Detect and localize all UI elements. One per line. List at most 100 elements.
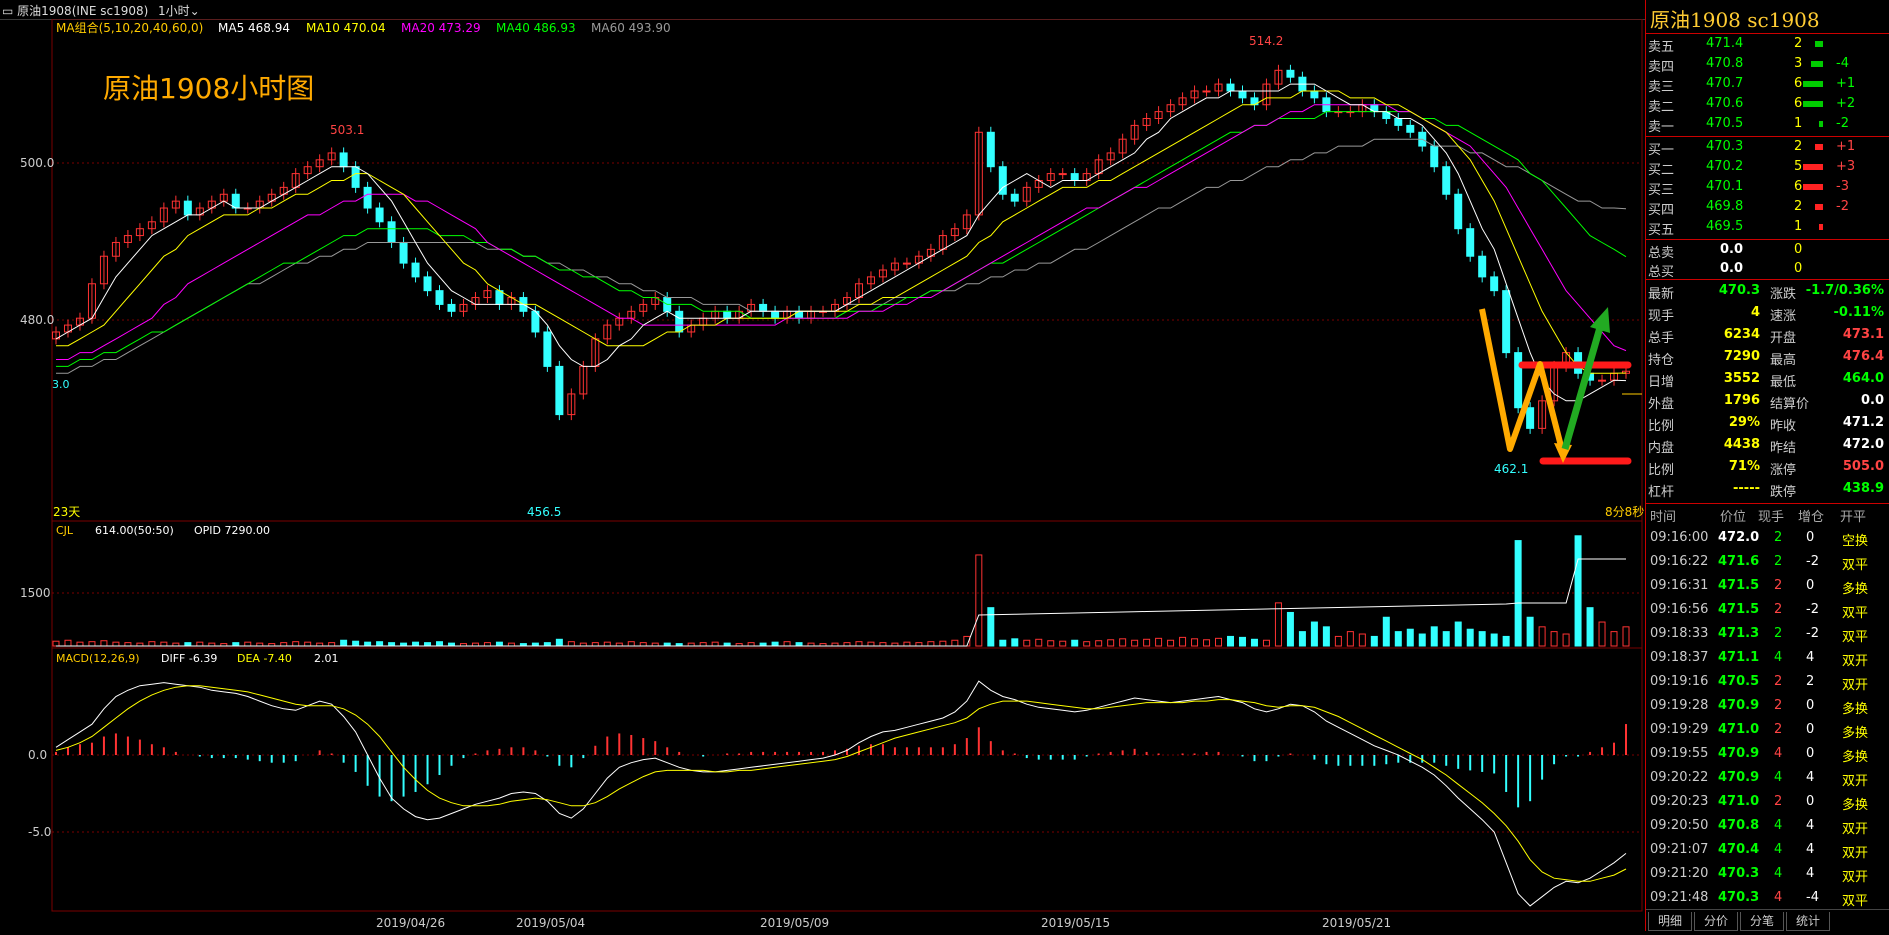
stat-value: 4438: [1723, 437, 1760, 452]
tab-price-distribution[interactable]: 分价: [1694, 912, 1738, 931]
stat-label: 昨结: [1770, 441, 1797, 456]
tick-time: 09:20:50: [1650, 818, 1709, 833]
tick-header-cell: 现手: [1758, 510, 1785, 525]
volume-bar: [112, 641, 120, 647]
days-label: 23天: [53, 505, 80, 519]
date-label: 2019/05/21: [1322, 916, 1391, 930]
bid-row: 买二 470.2 5 +3: [1646, 157, 1889, 178]
ask-price: 470.6: [1706, 96, 1744, 111]
macd-indicator-label[interactable]: MACD(12,26,9): [56, 652, 140, 665]
volume-bar: [1167, 639, 1175, 647]
stat-label: 总手: [1648, 331, 1675, 346]
volume-bar: [1143, 638, 1151, 647]
tick-header-cell: 价位: [1720, 510, 1747, 525]
volume-bar: [1358, 633, 1366, 647]
tick-row[interactable]: 09:18:37 471.1 4 4 双开: [1646, 647, 1889, 671]
stat-label: 速涨: [1770, 309, 1797, 324]
interval-selector[interactable]: 1小时⌄: [158, 2, 200, 19]
candle-body: [723, 310, 732, 319]
tab-tick-by-tick[interactable]: 分笔: [1740, 912, 1784, 931]
open-interest-line: [56, 558, 1626, 647]
volume-indicator-label[interactable]: CJL: [56, 524, 74, 537]
tick-type: 多换: [1842, 750, 1869, 765]
stat-value: 7290: [1723, 349, 1760, 364]
volume-bar: [1059, 640, 1067, 647]
tick-type: 双平: [1842, 630, 1869, 645]
candle-body: [1202, 90, 1211, 93]
macd-histogram: [55, 724, 1627, 808]
countdown: 8分8秒: [1605, 505, 1644, 519]
candle-body: [375, 207, 384, 223]
ask-row: 卖一 470.5 1 -2: [1646, 114, 1889, 135]
volume-bar: [1610, 631, 1618, 647]
stat-value: 0.0: [1860, 393, 1884, 408]
tick-qty: 2: [1774, 602, 1783, 617]
volume-bar: [1466, 628, 1474, 647]
volume-bar: [915, 642, 923, 647]
tab-label: 明细: [1657, 914, 1682, 928]
stat-label: 日增: [1648, 375, 1675, 390]
tick-row[interactable]: 09:16:31 471.5 2 0 多换: [1646, 575, 1889, 599]
tick-row[interactable]: 09:21:20 470.3 4 4 双开: [1646, 863, 1889, 887]
volume-bar: [1131, 639, 1139, 647]
candle-body: [447, 303, 456, 312]
stat-row: 总手 6234 开盘 473.1: [1646, 325, 1889, 346]
tick-row[interactable]: 09:20:50 470.8 4 4 双开: [1646, 815, 1889, 839]
volume-bar: [328, 642, 336, 647]
macd-y-tick-minus5: -5.0: [28, 825, 51, 839]
price-chart-svg[interactable]: MA组合(5,10,20,40,60,0) MA5 468.94 MA10 470…: [0, 18, 1645, 931]
tick-row[interactable]: 09:19:55 470.9 4 0 多换: [1646, 743, 1889, 767]
candle-body: [1514, 352, 1523, 409]
macd-dea-line: [55, 685, 1627, 882]
candle-body: [1310, 90, 1319, 99]
tick-row[interactable]: 09:20:22 470.9 4 4 双开: [1646, 767, 1889, 791]
tick-row[interactable]: 09:21:48 470.3 4 -4 双平: [1646, 887, 1889, 911]
volume-bar: [232, 642, 240, 647]
bid-label: 买三: [1648, 183, 1675, 198]
indicator-selector[interactable]: MA组合(5,10,20,40,60,0): [56, 20, 203, 35]
ask-qty: 6: [1794, 76, 1803, 91]
ma-legend-item: MA60 493.90: [591, 21, 671, 35]
tick-change: 4: [1806, 866, 1815, 881]
bid-price: 470.3: [1706, 139, 1744, 154]
volume-bar: [555, 638, 563, 647]
total-count: 0: [1794, 261, 1803, 276]
volume-panel-border: [51, 520, 1643, 649]
bid-price: 469.5: [1706, 219, 1744, 234]
stat-row: 日增 3552 最低 464.0: [1646, 369, 1889, 390]
ask-label: 卖三: [1648, 80, 1675, 95]
volume-bar: [1298, 631, 1306, 647]
tick-row[interactable]: 09:16:00 472.0 2 0 空换: [1646, 527, 1889, 551]
tick-row[interactable]: 09:20:23 471.0 2 0 多换: [1646, 791, 1889, 815]
tick-row[interactable]: 09:19:28 470.9 2 0 多换: [1646, 695, 1889, 719]
ask-qty: 3: [1794, 56, 1803, 71]
chevron-down-icon: ⌄: [189, 4, 200, 18]
tick-row[interactable]: 09:19:16 470.5 2 2 双开: [1646, 671, 1889, 695]
total-row: 总卖 0.0 0: [1646, 240, 1889, 261]
tick-change: -4: [1806, 890, 1819, 905]
volume-bar: [1370, 635, 1378, 647]
chart-area[interactable]: MA组合(5,10,20,40,60,0) MA5 468.94 MA10 470…: [0, 18, 1645, 931]
candle-body: [902, 262, 911, 265]
tick-row[interactable]: 09:19:29 471.0 2 0 多换: [1646, 719, 1889, 743]
volume-bar: [591, 642, 599, 647]
tick-row[interactable]: 09:18:33 471.3 2 -2 双平: [1646, 623, 1889, 647]
ma-legend-item: MA5 468.94: [218, 21, 290, 35]
volume-bar: [1215, 637, 1223, 647]
macd-diff-line: [55, 680, 1627, 907]
tab-statistics[interactable]: 统计: [1786, 912, 1830, 931]
tick-price: 471.6: [1718, 554, 1760, 569]
tick-header-cell: 增仓: [1798, 510, 1825, 525]
tick-time: 09:18:37: [1650, 650, 1709, 665]
tick-row[interactable]: 09:16:22 471.6 2 -2 双平: [1646, 551, 1889, 575]
tick-row[interactable]: 09:21:07 470.4 4 4 双开: [1646, 839, 1889, 863]
y-tick-500: 500.0: [20, 156, 54, 170]
volume-bar: [747, 642, 755, 647]
tick-type: 多换: [1842, 726, 1869, 741]
tick-row[interactable]: 09:16:56 471.5 2 -2 双平: [1646, 599, 1889, 623]
tab-detail[interactable]: 明细: [1648, 912, 1692, 931]
volume-bar: [304, 641, 312, 647]
tick-type: 双开: [1842, 846, 1869, 861]
tab-label: 分价: [1703, 914, 1728, 928]
tick-change: -2: [1806, 626, 1819, 641]
